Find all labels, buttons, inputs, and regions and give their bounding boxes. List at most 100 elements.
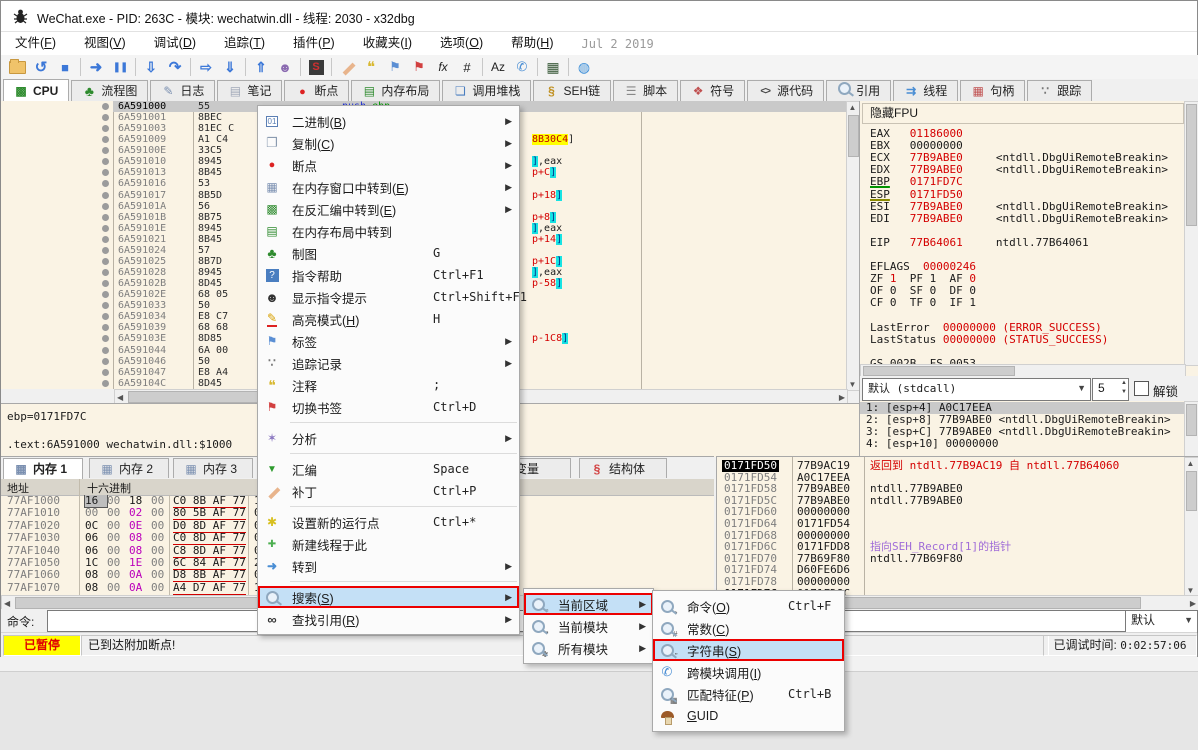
dump-byte[interactable]: 00 <box>107 557 129 569</box>
stop-button[interactable]: ■ <box>53 57 77 78</box>
tab-断点[interactable]: ●断点 <box>284 80 349 101</box>
dump-byte[interactable]: 00 <box>85 507 107 519</box>
tab-脚本[interactable]: ☰脚本 <box>613 80 678 101</box>
stack-row[interactable]: 0171FD7800000000 <box>717 576 1198 588</box>
dump-byte[interactable]: 00 <box>151 582 173 594</box>
step-over-button[interactable]: ↷ <box>163 57 187 78</box>
register-line[interactable]: CF 0 TF 0 IF 1 <box>870 297 976 309</box>
menu-item-[interactable]: ▼汇编Space <box>258 458 519 480</box>
breakpoint-dot-icon[interactable] <box>102 324 109 331</box>
argument-row[interactable]: 4: [esp+10] 00000000 <box>860 438 1192 450</box>
dump-byte[interactable]: 0A <box>129 582 151 594</box>
dump-byte[interactable]: 00 <box>151 532 173 544</box>
breakpoint-dot-icon[interactable] <box>102 169 109 176</box>
menu-item-[interactable]: ❐复制(C)▶ <box>258 132 519 154</box>
tab-符号[interactable]: ❖符号 <box>680 80 745 101</box>
menu-item-[interactable]: ▦匹配特征(P)Ctrl+B <box>653 683 844 705</box>
tab-笔记[interactable]: ▤笔记 <box>217 80 282 101</box>
skip-button[interactable]: S <box>304 57 328 78</box>
menubar-item-D[interactable]: 调试(D) <box>140 32 210 55</box>
step-into-button[interactable]: ⇩ <box>139 57 163 78</box>
menu-item-[interactable]: ▬补丁Ctrl+P <box>258 480 519 502</box>
dump-byte[interactable]: 00 <box>151 569 173 581</box>
hide-fpu-button[interactable]: 隐藏FPU <box>862 103 1184 124</box>
dump-byte[interactable]: 00 <box>151 495 173 507</box>
breakpoint-dot-icon[interactable] <box>102 247 109 254</box>
stack-vscrollbar[interactable]: ▲ ▼ <box>1184 457 1198 597</box>
breakpoint-dot-icon[interactable] <box>102 358 109 365</box>
breakpoint-dot-icon[interactable] <box>102 380 109 387</box>
dump-byte[interactable]: 00 <box>151 545 173 557</box>
registers-panel[interactable]: 隐藏FPU EAX 01186000EBX 00000000ECX 77B9AB… <box>859 101 1198 376</box>
close-button[interactable] <box>1150 1 1195 31</box>
functions-button[interactable]: fx <box>431 57 455 78</box>
breakpoint-dot-icon[interactable] <box>102 258 109 265</box>
menu-item-[interactable]: ➜转到▶ <box>258 555 519 577</box>
stack-row[interactable]: 0171FD5C77B9ABE0ntdll.77B9ABE0 <box>717 495 1198 507</box>
breakpoint-dot-icon[interactable] <box>102 158 109 165</box>
menu-item-[interactable]: ▦在内存窗口中转到(E)▶ <box>258 176 519 198</box>
menu-item-[interactable]: ❝注释; <box>258 374 519 396</box>
menu-item-[interactable]: ✱所有模块▶ <box>524 637 653 659</box>
patches-button[interactable]: ▬ <box>335 57 359 78</box>
breakpoint-dot-icon[interactable] <box>102 225 109 232</box>
breakpoint-dot-icon[interactable] <box>102 369 109 376</box>
menubar-item-V[interactable]: 视图(V) <box>70 32 140 55</box>
menu-item-[interactable]: ▪当前模块▶ <box>524 615 653 637</box>
dump-byte[interactable]: 00 <box>107 569 129 581</box>
breakpoint-dot-icon[interactable] <box>102 114 109 121</box>
dump-byte[interactable]: 06 <box>85 532 107 544</box>
breakpoint-dot-icon[interactable] <box>102 269 109 276</box>
dump-tab-内存 3[interactable]: ▦内存 3 <box>173 458 253 478</box>
breakpoint-dot-icon[interactable] <box>102 214 109 221</box>
dump-byte[interactable]: 00 <box>151 507 173 519</box>
tab-跟踪[interactable]: ∵跟踪 <box>1027 80 1092 101</box>
dump-byte[interactable]: 00 <box>151 557 173 569</box>
menu-item-[interactable]: ✎高亮模式(H)H <box>258 308 519 330</box>
bookmarks-button[interactable]: ⚑ <box>407 57 431 78</box>
menubar-item-P[interactable]: 插件(P) <box>279 32 349 55</box>
dump-byte[interactable]: 08 <box>85 582 107 594</box>
stack-row[interactable]: 0171FD6000000000 <box>717 506 1198 518</box>
animate-into-button[interactable]: ⇓ <box>218 57 242 78</box>
dump-byte[interactable]: 00 <box>107 532 129 544</box>
breakpoint-dot-icon[interactable] <box>102 136 109 143</box>
dump-byte[interactable]: 0C <box>85 520 107 532</box>
menu-item-[interactable]: ▫当前区域▶ <box>524 593 653 615</box>
menu-item-[interactable]: ?指令帮助Ctrl+F1 <box>258 264 519 286</box>
menubar-item-F[interactable]: 文件(F) <box>1 32 70 55</box>
menu-item-[interactable]: ⚑切换书签Ctrl+D <box>258 396 519 418</box>
dump-byte[interactable]: 08 <box>129 532 151 544</box>
step-out-button[interactable]: ⇑ <box>249 57 273 78</box>
menu-item-[interactable]: ∞查找引用(R)▶ <box>258 608 519 630</box>
menu-item-[interactable]: ∵追踪记录▶ <box>258 352 519 374</box>
breakpoint-dot-icon[interactable] <box>102 192 109 199</box>
restart-button[interactable]: ↺ <box>29 57 53 78</box>
tab-SEH链[interactable]: §SEH链 <box>533 80 611 101</box>
dump-byte[interactable]: 06 <box>85 545 107 557</box>
menu-item-[interactable]: ☻显示指令提示Ctrl+Shift+F1 <box>258 286 519 308</box>
arguments-panel[interactable]: 1: [esp+4] A0C17EEA2: [esp+8] 77B9ABE0 <… <box>859 401 1198 456</box>
tab-线程[interactable]: ⇉线程 <box>893 80 958 101</box>
dump-byte[interactable]: 00 <box>107 545 129 557</box>
dump-byte[interactable]: 00 <box>107 582 129 594</box>
comments-button[interactable]: ❝ <box>359 57 383 78</box>
run-button[interactable]: ➜ <box>84 57 108 78</box>
dump-byte[interactable]: 0A <box>129 569 151 581</box>
dump-byte[interactable]: 0E <box>129 520 151 532</box>
breakpoint-dot-icon[interactable] <box>102 203 109 210</box>
menubar-item-H[interactable]: 帮助(H) <box>497 32 567 55</box>
tab-引用[interactable]: 引用 <box>826 80 891 101</box>
titlebar[interactable]: WeChat.exe - PID: 263C - 模块: wechatwin.d… <box>1 1 1197 32</box>
unlock-checkbox[interactable] <box>1134 381 1149 396</box>
dump-byte[interactable]: 18 <box>129 495 151 507</box>
dump-byte[interactable]: 00 <box>107 520 129 532</box>
register-line[interactable]: LastStatus 00000000 (STATUS_SUCCESS) <box>870 334 1108 346</box>
menu-item-[interactable]: ♣制图G <box>258 242 519 264</box>
dump-byte[interactable]: 00 <box>107 495 129 507</box>
breakpoint-dot-icon[interactable] <box>102 347 109 354</box>
command-profile-select[interactable]: 默认 ▼ <box>1125 610 1198 633</box>
menu-item-[interactable]: ›命令(O)Ctrl+F <box>653 595 844 617</box>
dump-tab-内存 2[interactable]: ▦内存 2 <box>89 458 169 478</box>
arg-count-stepper[interactable]: 5 ▲▼ <box>1092 378 1129 401</box>
